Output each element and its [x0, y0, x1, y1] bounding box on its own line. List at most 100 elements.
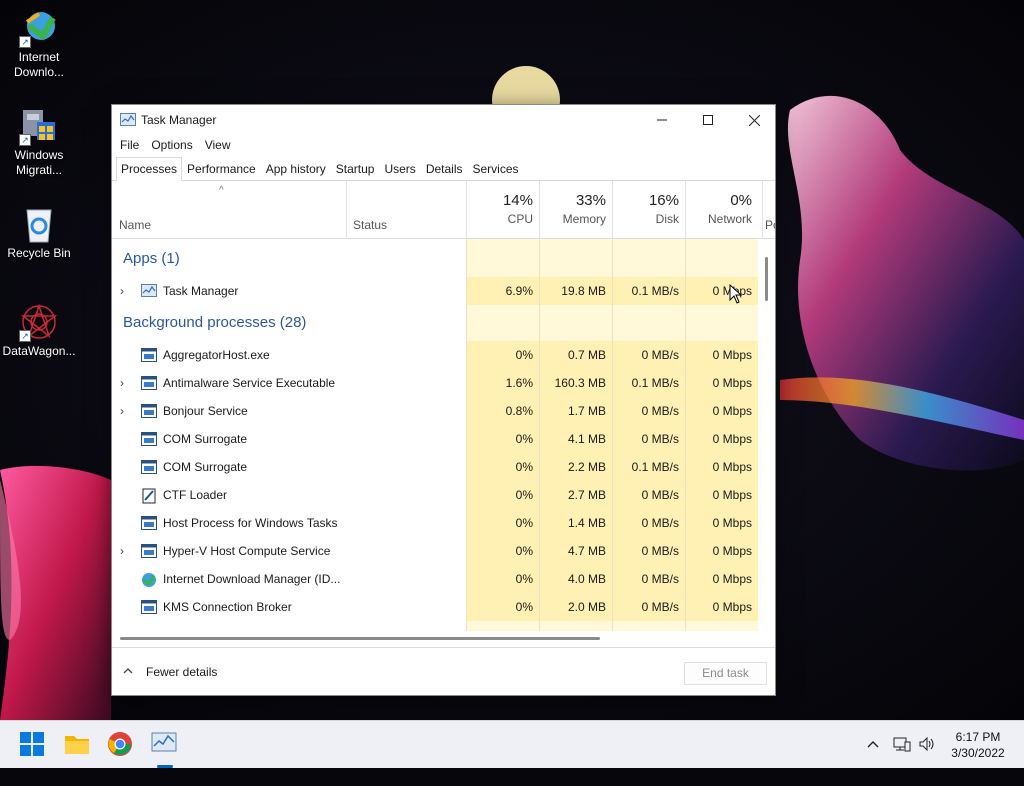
column-header-cpu[interactable]: 14% CPU [466, 181, 539, 239]
process-disk: 0 MB/s [641, 432, 679, 446]
process-network: 0 Mbps [712, 488, 752, 502]
process-cpu: 0% [515, 572, 533, 586]
internet-download-manager-icon: ↗ [19, 8, 59, 48]
process-row[interactable]: COM Surrogate 0% 2.2 MB 0.1 MB/s 0 Mbps [112, 453, 758, 481]
process-name: CTF Loader [163, 488, 228, 502]
process-network: 0 Mbps [712, 432, 752, 446]
tab-app-history[interactable]: App history [261, 157, 331, 180]
windows-start-icon[interactable] [19, 731, 47, 759]
process-cpu: 0% [515, 516, 533, 530]
column-header-disk[interactable]: 16% Disk [612, 181, 685, 239]
desktop-icon-datawagon[interactable]: ↗ DataWagon... [2, 302, 76, 359]
group-header-apps[interactable]: Apps (1) [112, 245, 758, 273]
process-name: Hyper-V Host Compute Service [163, 544, 331, 558]
minimize-button[interactable] [639, 105, 685, 135]
mouse-cursor-icon [729, 284, 742, 304]
expand-chevron-icon[interactable]: › [120, 397, 124, 425]
menu-bar: File Options View [112, 135, 775, 157]
task-manager-window: Task Manager File Options View Processes… [111, 104, 776, 696]
process-row[interactable]: KMS Connection Broker 0% 2.0 MB 0 MB/s 0 Mbp… [112, 593, 758, 621]
group-header-background[interactable]: Background processes (28) [112, 309, 758, 337]
process-cpu: 0% [515, 348, 533, 362]
process-network: 0 Mbps [712, 348, 752, 362]
desktop-icon-internet-download-manager[interactable]: ↗ Internet Downlo... [2, 8, 76, 80]
process-disk: 0 MB/s [641, 544, 679, 558]
process-memory: 2.0 MB [567, 600, 606, 614]
expand-chevron-icon[interactable]: › [120, 277, 124, 305]
tab-details[interactable]: Details [421, 157, 468, 180]
tab-startup[interactable]: Startup [331, 157, 380, 180]
process-row[interactable]: CTF Loader 0% 2.7 MB 0 MB/s 0 Mbps [112, 481, 758, 509]
maximize-button[interactable] [685, 105, 731, 135]
volume-icon[interactable] [918, 736, 936, 784]
process-row[interactable]: › Task Manager 6.9% 19.8 MB 0.1 MB/s 0 Mbps [112, 277, 758, 305]
process-disk: 0 MB/s [641, 348, 679, 362]
fewer-details-link[interactable]: Fewer details [146, 665, 217, 679]
clock[interactable]: 6:17 PM 3/30/2022 [948, 729, 1008, 777]
process-network: 0 Mbps [712, 376, 752, 390]
menu-view[interactable]: View [199, 135, 237, 157]
cpu-label: CPU [507, 212, 533, 226]
process-name: Antimalware Service Executable [163, 376, 336, 390]
tab-services[interactable]: Services [468, 157, 524, 180]
process-cpu: 0.8% [505, 404, 533, 418]
clock-time: 6:17 PM [955, 730, 1001, 744]
process-disk: 0.1 MB/s [631, 376, 679, 390]
process-row[interactable]: Internet Download Manager (ID... 0% 4.0 MB… [112, 565, 758, 593]
desktop-icon-windows-migration[interactable]: ↗ Windows Migrati... [2, 106, 76, 178]
desktop-icon-recycle-bin[interactable]: Recycle Bin [2, 204, 76, 261]
process-row[interactable]: AggregatorHost.exe 0% 0.7 MB 0 MB/s 0 Mbps [112, 341, 758, 369]
column-header-power[interactable]: Po [765, 218, 775, 232]
column-header-network[interactable]: 0% Network [685, 181, 758, 239]
file-explorer-icon[interactable] [63, 731, 91, 759]
group-title: Background processes (28) [123, 314, 307, 331]
process-memory: 4.1 MB [567, 432, 606, 446]
column-header-memory[interactable]: 33% Memory [539, 181, 612, 239]
horizontal-scroll-thumb[interactable] [120, 637, 600, 640]
process-row[interactable]: COM Surrogate 0% 4.1 MB 0 MB/s 0 Mbps [112, 425, 758, 453]
process-window-icon [141, 348, 157, 362]
process-name: Internet Download Manager (ID... [163, 572, 341, 586]
column-header-status[interactable]: Status [353, 218, 387, 232]
shortcut-arrow-icon: ↗ [19, 330, 31, 342]
close-button[interactable] [731, 105, 777, 135]
tab-processes[interactable]: Processes [116, 157, 183, 181]
menu-options[interactable]: Options [145, 135, 198, 157]
process-row[interactable]: Host Process for Windows Tasks 0% 1.4 MB 0 … [112, 509, 758, 537]
expand-chevron-icon[interactable]: › [120, 369, 124, 397]
end-task-button[interactable]: End task [684, 662, 767, 685]
process-memory: 1.4 MB [567, 516, 606, 530]
footer-bar: Fewer details End task [112, 647, 775, 695]
network-icon[interactable] [893, 736, 911, 784]
tab-performance[interactable]: Performance [182, 157, 261, 180]
column-header-name[interactable]: Name [119, 218, 151, 232]
task-manager-icon [141, 284, 157, 298]
process-name: Bonjour Service [163, 404, 248, 418]
process-cpu: 0% [515, 544, 533, 558]
ctf-loader-icon [141, 488, 157, 504]
vertical-scroll-thumb[interactable] [765, 257, 768, 301]
process-row[interactable]: › Hyper-V Host Compute Service 0% 4.7 MB 0 M… [112, 537, 758, 565]
process-memory: 0.7 MB [567, 348, 606, 362]
window-title: Task Manager [141, 113, 217, 127]
maximize-icon [703, 115, 713, 125]
taskbar-task-manager-icon[interactable] [151, 731, 179, 759]
tab-users[interactable]: Users [379, 157, 420, 180]
memory-total: 33% [575, 192, 606, 209]
process-row[interactable]: › Bonjour Service 0.8% 1.7 MB 0 MB/s 0 Mbps [112, 397, 758, 425]
process-memory: 2.7 MB [567, 488, 606, 502]
title-bar[interactable]: Task Manager [112, 105, 775, 135]
chevron-up-icon[interactable] [866, 738, 880, 786]
process-name: KMS Connection Broker [163, 600, 292, 614]
menu-file[interactable]: File [114, 135, 145, 157]
process-disk: 0 MB/s [641, 600, 679, 614]
process-window-icon [141, 432, 157, 446]
expand-chevron-icon[interactable]: › [120, 537, 124, 565]
process-window-icon [141, 516, 157, 530]
vertical-scrollbar[interactable] [762, 251, 770, 631]
process-row[interactable]: › Antimalware Service Executable 1.6% 160.3… [112, 369, 758, 397]
column-header-row: ^ Name Status 14% CPU 33% Memory 16% Dis… [112, 181, 775, 239]
chrome-icon[interactable] [107, 731, 135, 759]
network-total: 0% [730, 192, 752, 209]
recycle-bin-icon [19, 204, 59, 244]
